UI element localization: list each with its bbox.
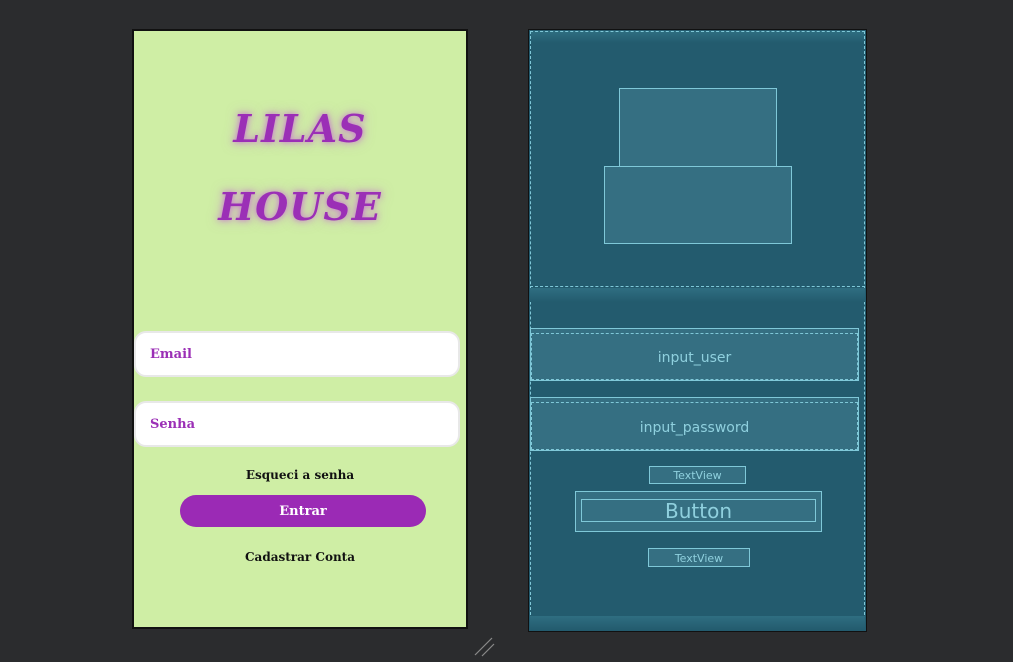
blueprint-title-box2[interactable] [604,166,792,244]
blueprint-preview: input_user input_password TextView Butto… [528,29,867,632]
blueprint-input-password-label: input_password [639,420,750,436]
blueprint-title-box1[interactable] [619,88,777,167]
forgot-password-link[interactable]: Esqueci a senha [134,468,466,482]
blueprint-divider [530,286,865,287]
login-button[interactable]: Entrar [180,495,426,527]
password-field[interactable] [134,401,460,447]
blueprint-bottom-band [530,616,865,630]
email-field[interactable] [134,331,460,377]
app-title-line1: LILAS [233,106,367,151]
blueprint-button[interactable]: Button [575,491,822,532]
blueprint-textview-forgot-label: TextView [673,469,722,482]
blueprint-input-user[interactable]: input_user [530,328,859,381]
resize-handle-icon[interactable] [472,633,498,659]
signup-link[interactable]: Cadastrar Conta [134,550,466,564]
blueprint-button-label: Button [665,499,732,523]
blueprint-input-user-label: input_user [657,350,732,366]
blueprint-textview-forgot[interactable]: TextView [649,466,746,484]
blueprint-textview-signup[interactable]: TextView [648,548,750,567]
design-preview: LILAS HOUSE Esqueci a senha Entrar Cadas… [132,29,468,629]
app-title-line2: HOUSE [218,184,382,229]
blueprint-textview-signup-label: TextView [674,552,724,565]
blueprint-mid-band [530,288,865,302]
password-input[interactable] [148,415,458,433]
email-input[interactable] [148,345,458,363]
blueprint-input-password[interactable]: input_password [530,397,859,451]
